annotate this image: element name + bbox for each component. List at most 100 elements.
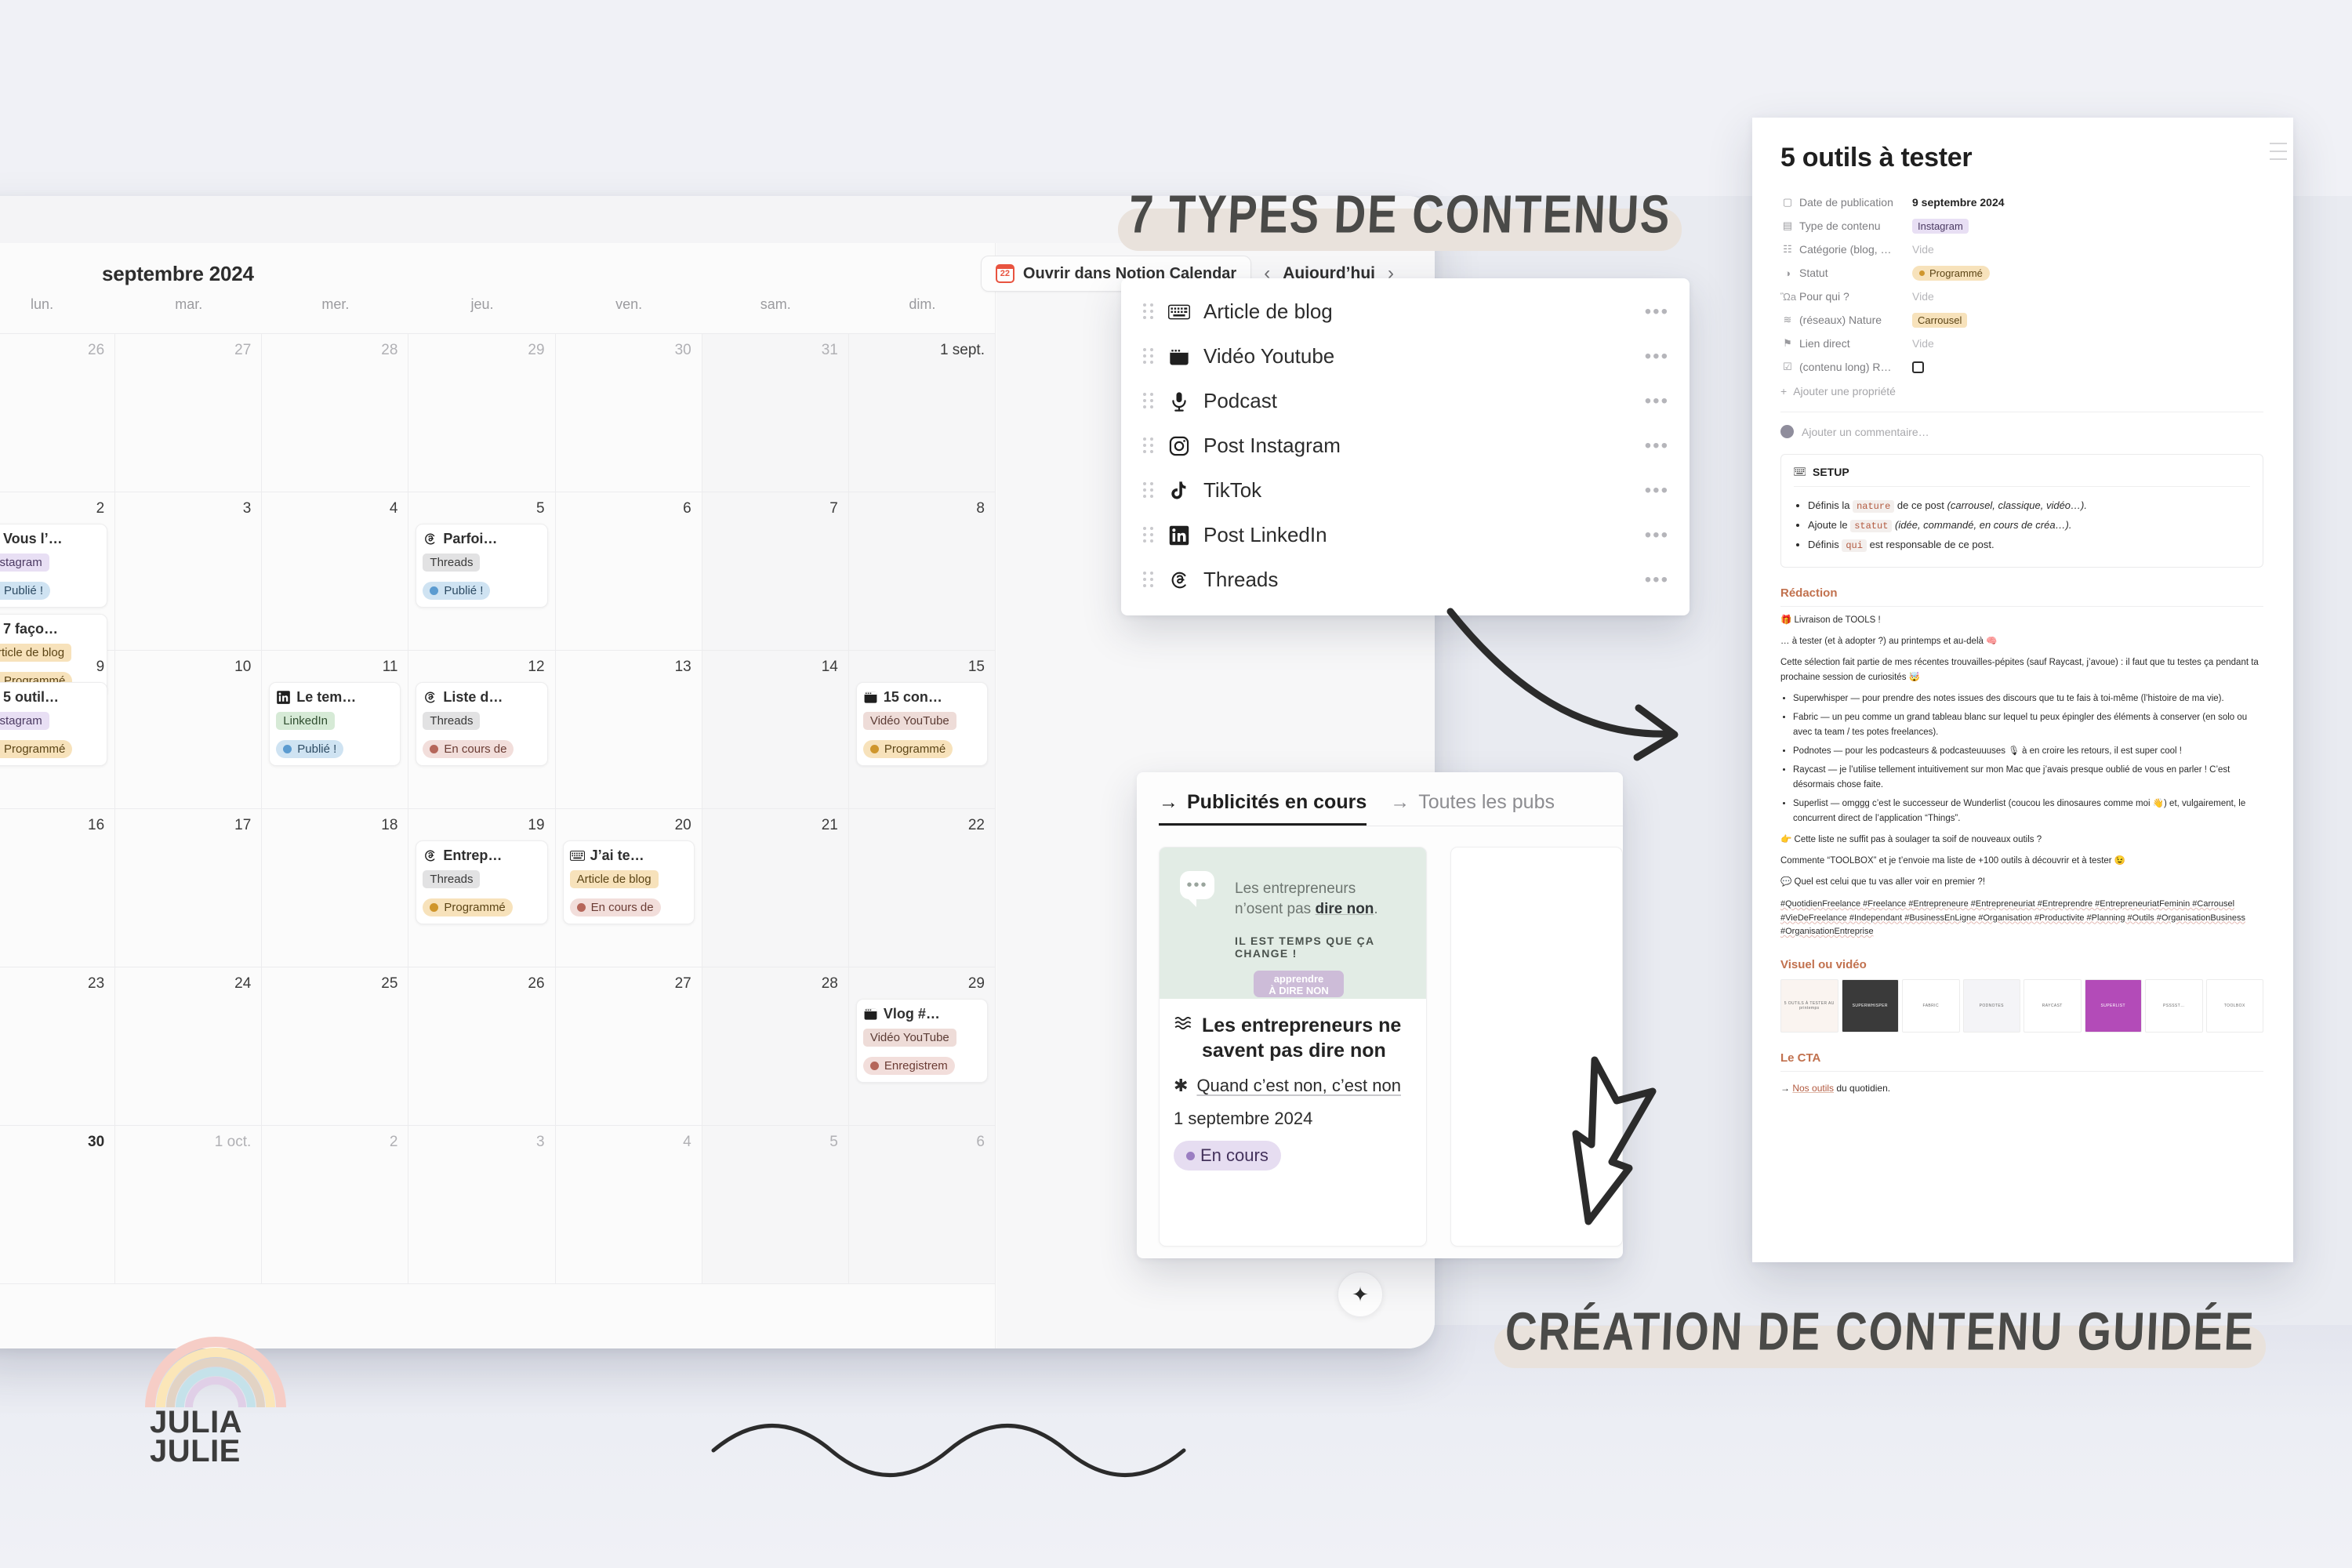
drag-handle-icon[interactable] xyxy=(1143,437,1154,455)
drag-handle-icon[interactable] xyxy=(1143,526,1154,544)
calendar-day-cell[interactable]: 20 J’ai te… Article de blog En cours de xyxy=(556,809,702,967)
add-property-button[interactable]: + Ajouter une propriété xyxy=(1780,385,2263,397)
property-row-4[interactable]: Ὣa Pour qui ? Vide xyxy=(1780,285,2263,308)
comment-row[interactable]: Ajouter un commentaire… xyxy=(1780,412,2263,438)
calendar-day-cell[interactable]: 14 xyxy=(702,651,849,808)
more-options-icon[interactable]: ••• xyxy=(1645,436,1669,456)
gallery-thumbnail-3[interactable]: PODNOTES xyxy=(1962,978,2020,1033)
calendar-day-cell[interactable]: 4 xyxy=(262,492,409,650)
calendar-day-cell[interactable]: 30 xyxy=(556,334,702,492)
calendar-event[interactable]: Entrep… Threads Programmé xyxy=(416,840,548,924)
calendar-event[interactable]: 5 outil… Instagram Programmé xyxy=(0,682,108,766)
drag-handle-icon[interactable] xyxy=(1143,481,1154,499)
content-type-row-5[interactable]: Post LinkedIn ••• xyxy=(1121,513,1690,557)
calendar-day-cell[interactable]: 30 xyxy=(0,1126,116,1283)
calendar-day-cell[interactable]: 6 xyxy=(556,492,702,650)
calendar-day-cell[interactable]: 26 xyxy=(408,967,556,1125)
calendar-event[interactable]: 15 con… Vidéo YouTube Programmé xyxy=(855,682,988,766)
calendar-day-cell[interactable]: 8 xyxy=(848,492,996,650)
gallery-thumbnail-0[interactable]: 5 OUTILS À TESTER AU printemps xyxy=(1780,978,1838,1033)
calendar-day-cell[interactable]: 9 5 outil… Instagram Programmé xyxy=(0,651,116,808)
calendar-day-cell[interactable]: 7 xyxy=(702,492,849,650)
calendar-day-cell[interactable]: 5 xyxy=(702,1126,849,1283)
calendar-day-cell[interactable]: 27 xyxy=(115,334,263,492)
calendar-event[interactable]: Vlog #… Vidéo YouTube Enregistrem xyxy=(855,999,988,1083)
cta-link-label[interactable]: Nos outils xyxy=(1792,1083,1834,1094)
property-row-0[interactable]: ▢ Date de publication 9 septembre 2024 xyxy=(1780,191,2263,214)
calendar-day-cell[interactable]: 3 xyxy=(408,1126,556,1283)
page-menu-icon[interactable] xyxy=(2270,143,2287,166)
property-checkbox[interactable] xyxy=(1912,361,1924,373)
calendar-day-cell[interactable]: 12 Liste d… Threads En cours de xyxy=(408,651,556,808)
calendar-day-cell[interactable]: 29 xyxy=(408,334,556,492)
drag-handle-icon[interactable] xyxy=(1143,303,1154,321)
calendar-day-cell[interactable]: 11 Le tem… LinkedIn Publié ! xyxy=(262,651,409,808)
content-type-row-0[interactable]: Article de blog ••• xyxy=(1121,289,1690,334)
calendar-day-cell[interactable]: 17 xyxy=(115,809,263,967)
calendar-day-cell[interactable]: 18 xyxy=(262,809,409,967)
drag-handle-icon[interactable] xyxy=(1143,392,1154,410)
calendar-day-cell[interactable]: 31 xyxy=(702,334,849,492)
ad-card[interactable]: ••• Les entrepreneurs n’osent pas dire n… xyxy=(1159,847,1428,1247)
ad-card-placeholder[interactable] xyxy=(1450,847,1623,1247)
calendar-day-cell[interactable]: 2 Vous l’… Instagram Publié ! xyxy=(0,492,116,698)
calendar-day-cell[interactable]: 28 xyxy=(262,334,409,492)
calendar-day-cell[interactable]: 29 Vlog #… Vidéo YouTube Enregistrem xyxy=(848,967,996,1125)
calendar-day-cell[interactable]: 1 oct. xyxy=(115,1126,263,1283)
calendar-event[interactable]: Vous l’… Instagram Publié ! xyxy=(0,524,108,608)
calendar-day-cell[interactable]: 2 xyxy=(262,1126,409,1283)
more-options-icon[interactable]: ••• xyxy=(1645,481,1669,500)
gallery-thumbnail-6[interactable]: PSSSST… xyxy=(2145,978,2203,1033)
calendar-event[interactable]: Liste d… Threads En cours de xyxy=(416,682,548,766)
ai-sparkle-button[interactable]: ✦ xyxy=(1338,1272,1383,1317)
gallery-thumbnail-2[interactable]: FABRIC xyxy=(1902,978,1960,1033)
more-options-icon[interactable]: ••• xyxy=(1645,391,1669,411)
drag-handle-icon[interactable] xyxy=(1143,571,1154,589)
content-type-row-2[interactable]: Podcast ••• xyxy=(1121,379,1690,423)
calendar-day-cell[interactable]: 27 xyxy=(556,967,702,1125)
property-row-3[interactable]: ◑ Statut Programmé xyxy=(1780,261,2263,285)
property-row-2[interactable]: ☷ Catégorie (blog, … Vide xyxy=(1780,238,2263,261)
tab-toutes-les-pubs[interactable]: → Toutes les pubs xyxy=(1390,791,1555,826)
calendar-day-cell[interactable]: 3 xyxy=(115,492,263,650)
property-row-6[interactable]: ⚑ Lien direct Vide xyxy=(1780,332,2263,355)
calendar-day-cell[interactable]: 23 xyxy=(0,967,116,1125)
calendar-day-cell[interactable]: 24 xyxy=(115,967,263,1125)
drag-handle-icon[interactable] xyxy=(1143,347,1154,365)
calendar-day-cell[interactable]: 1 sept. xyxy=(848,334,996,492)
gallery-thumbnail-4[interactable]: RAYCAST xyxy=(2024,978,2082,1033)
calendar-day-cell[interactable]: 26 xyxy=(0,334,116,492)
calendar-event[interactable]: Le tem… LinkedIn Publié ! xyxy=(269,682,401,766)
calendar-day-cell[interactable]: 21 xyxy=(702,809,849,967)
calendar-day-cell[interactable]: 16 xyxy=(0,809,116,967)
content-type-row-3[interactable]: Post Instagram ••• xyxy=(1121,423,1690,468)
property-row-5[interactable]: ≋ (réseaux) Nature Carrousel xyxy=(1780,308,2263,332)
calendar-day-cell[interactable]: 5 Parfoi… Threads Publié ! xyxy=(408,492,556,650)
tab-publicites-en-cours[interactable]: → Publicités en cours xyxy=(1159,791,1367,826)
calendar-day-cell[interactable]: 25 xyxy=(262,967,409,1125)
calendar-day-cell[interactable]: 6 xyxy=(848,1126,996,1283)
calendar-day-cell[interactable]: 19 Entrep… Threads Programmé xyxy=(408,809,556,967)
property-row-7[interactable]: ☑ (contenu long) R… xyxy=(1780,355,2263,379)
day-number: 3 xyxy=(535,1134,545,1150)
more-options-icon[interactable]: ••• xyxy=(1645,302,1669,321)
calendar-day-cell[interactable]: 10 xyxy=(115,651,263,808)
calendar-event[interactable]: Parfoi… Threads Publié ! xyxy=(416,524,548,608)
more-options-icon[interactable]: ••• xyxy=(1645,570,1669,590)
more-options-icon[interactable]: ••• xyxy=(1645,347,1669,366)
calendar-event[interactable]: J’ai te… Article de blog En cours de xyxy=(562,840,695,924)
gallery-thumbnail-5[interactable]: SUPERLIST xyxy=(2084,978,2142,1033)
more-options-icon[interactable]: ••• xyxy=(1645,525,1669,545)
property-row-1[interactable]: ▤ Type de contenu Instagram xyxy=(1780,214,2263,238)
content-type-row-4[interactable]: TikTok ••• xyxy=(1121,468,1690,513)
calendar-day-cell[interactable]: 28 xyxy=(702,967,849,1125)
gallery-thumbnail-7[interactable]: TOOLBOX xyxy=(2205,978,2263,1033)
content-type-row-1[interactable]: Vidéo Youtube ••• xyxy=(1121,334,1690,379)
gallery-thumbnail-1[interactable]: SUPERWHISPER xyxy=(1841,978,1899,1033)
day-number: 5 xyxy=(829,1134,838,1150)
calendar-day-cell[interactable]: 22 xyxy=(848,809,996,967)
calendar-day-cell[interactable]: 13 xyxy=(556,651,702,808)
calendar-day-cell[interactable]: 4 xyxy=(556,1126,702,1283)
calendar-day-cell[interactable]: 15 15 con… Vidéo YouTube Programmé xyxy=(848,651,996,808)
content-type-row-6[interactable]: Threads ••• xyxy=(1121,557,1690,602)
